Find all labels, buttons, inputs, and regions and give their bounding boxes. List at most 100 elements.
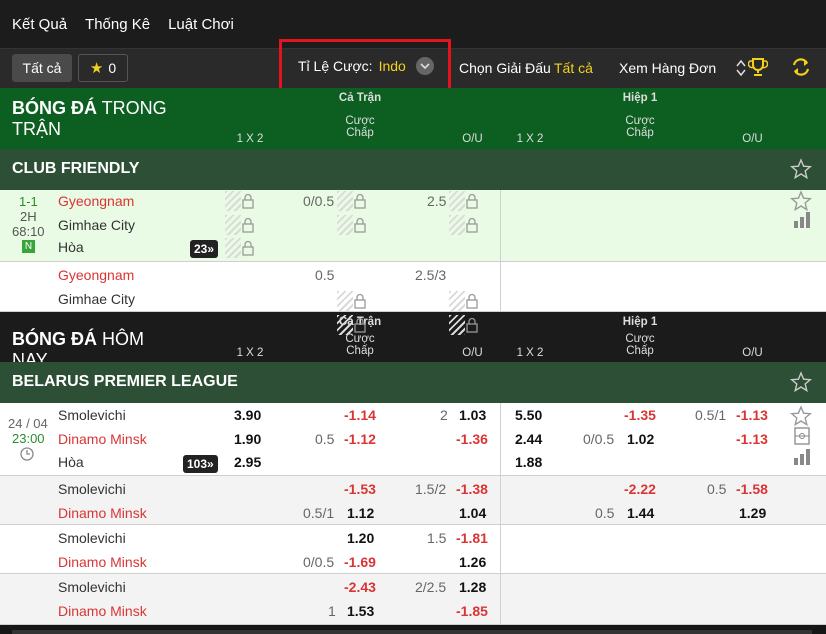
odds-under[interactable]: -1.85	[456, 603, 488, 619]
more-markets-button[interactable]: 23»	[190, 240, 219, 258]
suspended-cell	[337, 315, 353, 335]
h1-hdp-line: 0.5	[595, 505, 615, 521]
odds-h1-over[interactable]: -1.58	[736, 481, 768, 497]
live-time: 68:10	[12, 224, 45, 239]
odds-hdp-home[interactable]: -2.43	[344, 579, 376, 595]
pitch-icon[interactable]	[794, 427, 810, 448]
hdp-line: 0.5	[315, 267, 335, 283]
odds-under[interactable]: 1.04	[459, 505, 486, 521]
hdp-line: 0/0.5	[303, 193, 335, 209]
odds-h1-hdp-home[interactable]: -1.35	[624, 407, 656, 423]
favorites-count: 0	[108, 60, 117, 76]
ou-line: 1.5/2	[415, 481, 447, 497]
home-team[interactable]: Gyeongnam	[58, 193, 134, 209]
odds-1x2-draw[interactable]: 2.95	[234, 454, 261, 470]
view-single-button[interactable]: Xem Hàng Đơn	[619, 60, 716, 76]
odds-over[interactable]: -1.81	[456, 530, 488, 546]
home-team[interactable]: Smolevichi	[58, 407, 126, 423]
home-team[interactable]: Smolevichi	[58, 579, 126, 595]
h1-hdp-line: 0/0.5	[583, 431, 615, 447]
odds-h1-hdp-away[interactable]: 1.02	[627, 431, 654, 447]
away-team[interactable]: Dinamo Minsk	[58, 603, 147, 619]
away-team[interactable]: Dinamo Minsk	[58, 505, 147, 521]
star-icon[interactable]	[789, 371, 813, 393]
match-date: 24 / 04	[8, 416, 48, 431]
odds-1x2-home[interactable]: 3.90	[234, 407, 261, 423]
odds-type-label: Tỉ Lệ Cược:	[298, 58, 373, 74]
hdp-line: 0.5/1	[303, 505, 335, 521]
live-section-header: BÓNG ĐÁ TRONG TRẬN Cả Trận Hiệp 1 1 X 2 …	[0, 88, 826, 149]
league-name: CLUB FRIENDLY	[12, 160, 140, 177]
sort-icon[interactable]	[736, 59, 746, 80]
odds-hdp-away[interactable]: -1.12	[344, 431, 376, 447]
lock-icon	[241, 217, 255, 233]
nav-results[interactable]: Kết Quả	[12, 16, 67, 33]
away-team[interactable]: Dinamo Minsk	[58, 554, 147, 570]
ou-line: 1.5	[427, 530, 447, 546]
refresh-icon[interactable]	[790, 56, 812, 81]
odds-hdp-away[interactable]: 1.53	[347, 603, 374, 619]
away-team[interactable]: Gimhae City	[58, 217, 135, 233]
col-handicap: Cược Chấp	[345, 115, 375, 139]
suspended-cell	[225, 191, 241, 211]
match-row: Smolevichi Dinamo Minsk 1 -2.43 1.53 2/2…	[0, 574, 826, 625]
neutral-badge: N	[22, 240, 35, 253]
odds-h1-under[interactable]: -1.13	[736, 431, 768, 447]
h1-ou-line: 0.5	[707, 481, 727, 497]
suspended-cell	[449, 291, 465, 311]
odds-hdp-home[interactable]: -1.14	[344, 407, 376, 423]
stats-icon[interactable]	[794, 212, 810, 231]
league-name: BELARUS PREMIER LEAGUE	[12, 373, 238, 390]
odds-1x2-away[interactable]: 1.90	[234, 431, 261, 447]
live-section-title: BÓNG ĐÁ TRONG TRẬN	[12, 98, 167, 139]
home-team[interactable]: Smolevichi	[58, 481, 126, 497]
col-h1-ou: O/U	[742, 133, 763, 145]
ou-line: 2.5	[427, 193, 447, 209]
odds-h1-hdp-home[interactable]: -2.22	[624, 481, 656, 497]
odds-h1-1x2-home[interactable]: 5.50	[515, 407, 542, 423]
odds-over[interactable]: 1.28	[459, 579, 486, 595]
odds-h1-hdp-away[interactable]: 1.44	[627, 505, 654, 521]
col-h1-1x2: 1 X 2	[516, 347, 544, 359]
chevron-down-icon	[415, 57, 434, 75]
choose-league-value[interactable]: Tất cả	[554, 60, 593, 76]
odds-h1-1x2-draw[interactable]: 1.88	[515, 454, 542, 470]
more-markets-button[interactable]: 103»	[183, 455, 218, 473]
suspended-cell	[337, 291, 353, 311]
odds-h1-under[interactable]: 1.29	[739, 505, 766, 521]
odds-over[interactable]: -1.38	[456, 481, 488, 497]
odds-over[interactable]: 1.03	[459, 407, 486, 423]
odds-hdp-home[interactable]: 1.20	[347, 530, 374, 546]
all-button[interactable]: Tất cả	[12, 54, 72, 82]
odds-h1-over[interactable]: -1.13	[736, 407, 768, 423]
odds-under[interactable]: 1.26	[459, 554, 486, 570]
suspended-cell	[337, 215, 353, 235]
lock-icon	[465, 217, 479, 233]
odds-type-selector[interactable]: Tỉ Lệ Cược: Indo	[279, 39, 451, 93]
stats-icon[interactable]	[794, 449, 810, 468]
away-team[interactable]: Dinamo Minsk	[58, 431, 147, 447]
ou-line: 2	[440, 407, 448, 423]
home-team[interactable]: Gyeongnam	[58, 267, 134, 283]
away-team[interactable]: Gimhae City	[58, 291, 135, 307]
match-time: 23:00	[12, 431, 45, 446]
col-h1-ou: O/U	[742, 347, 763, 359]
nav-rules[interactable]: Luật Chơi	[168, 16, 234, 33]
odds-hdp-away[interactable]: 1.12	[347, 505, 374, 521]
suspended-cell	[449, 315, 465, 335]
home-team[interactable]: Smolevichi	[58, 530, 126, 546]
odds-under[interactable]: -1.36	[456, 431, 488, 447]
odds-h1-1x2-away[interactable]: 2.44	[515, 431, 542, 447]
league-header: BELARUS PREMIER LEAGUE	[0, 362, 826, 404]
toolbar: Tất cả ★ 0 Tỉ Lệ Cược: Indo Chọn Giải Đấ…	[0, 39, 826, 93]
trophy-icon[interactable]	[747, 57, 769, 80]
nav-stats[interactable]: Thống Kê	[85, 16, 150, 33]
odds-hdp-away[interactable]: -1.69	[344, 554, 376, 570]
choose-league-label[interactable]: Chọn Giải Đấu	[459, 60, 551, 76]
match-row: Gyeongnam Gimhae City 0.5 2.5/3	[0, 262, 826, 312]
star-icon[interactable]	[789, 158, 813, 180]
favorites-button[interactable]: ★ 0	[78, 54, 128, 82]
suspended-cell	[449, 215, 465, 235]
odds-hdp-home[interactable]: -1.53	[344, 481, 376, 497]
lock-icon	[241, 240, 255, 256]
